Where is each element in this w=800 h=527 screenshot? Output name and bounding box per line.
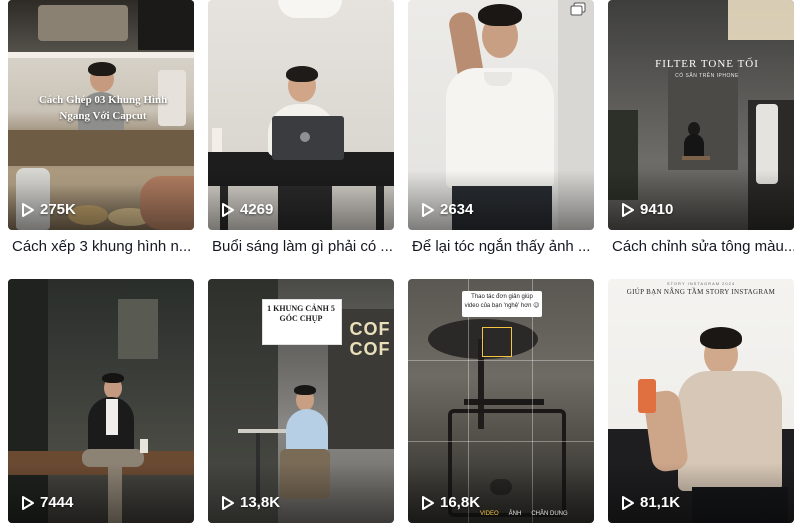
play-icon [422, 495, 434, 510]
video-card-8[interactable]: STORY INSTAGRAM 2024 GIÚP BẠN NÂNG TẦM S… [608, 279, 794, 527]
view-count-value: 2634 [440, 201, 474, 218]
camera-mode-video[interactable]: VIDEO [480, 511, 499, 517]
video-thumbnail[interactable]: COF COF 1 KHUNG CẢNH 5 GÓC CHỤP 13,8K [208, 279, 394, 523]
video-thumbnail[interactable]: Thao tác đơn giản giúp video của bạn 'ng… [408, 279, 594, 523]
video-thumbnail[interactable]: STORY INSTAGRAM 2024 GIÚP BẠN NÂNG TẦM S… [608, 279, 794, 523]
video-thumbnail[interactable]: 7444 [8, 279, 194, 523]
camera-mode-portrait[interactable]: CHÂN DUNG [531, 511, 567, 517]
video-card-3[interactable]: 2634 Để lại tóc ngắn thấy ảnh ... [408, 0, 594, 260]
video-caption[interactable]: Cách xếp 3 khung hình n... [12, 238, 194, 255]
camera-mode-photo[interactable]: ẢNH [509, 511, 522, 517]
video-overlay-title: Thao tác đơn giản giúp video của bạn 'ng… [464, 294, 540, 309]
play-icon [622, 495, 634, 510]
view-count-value: 275K [40, 201, 76, 218]
view-count: 16,8K [422, 494, 480, 511]
play-icon [22, 202, 34, 217]
camera-mode-bar: VIDEO ẢNH CHÂN DUNG [480, 511, 568, 517]
view-count-value: 4269 [240, 201, 274, 218]
view-count-value: 16,8K [440, 494, 481, 511]
view-count: 275K [22, 201, 76, 218]
play-icon [222, 495, 234, 510]
video-overlay-title: GIÚP BẠN NÂNG TẦM STORY INSTAGRAM [626, 288, 776, 296]
video-thumbnail[interactable]: FILTER TONE TỐI CÓ SẴN TRÊN IPHONE 9410 [608, 0, 794, 230]
view-count-value: 7444 [40, 494, 74, 511]
video-card-7[interactable]: Thao tác đơn giản giúp video của bạn 'ng… [408, 279, 594, 527]
view-count-value: 9410 [640, 201, 674, 218]
video-card-4[interactable]: FILTER TONE TỐI CÓ SẴN TRÊN IPHONE 9410 … [608, 0, 794, 260]
video-overlay-subtitle: CÓ SẴN TRÊN IPHONE [675, 73, 739, 79]
video-overlay-title: Cách Ghép 03 Khung Hình Ngang Với Capcut [38, 94, 168, 122]
view-count: 13,8K [222, 494, 280, 511]
view-count: 9410 [622, 201, 673, 218]
video-thumbnail[interactable]: 2634 [408, 0, 594, 230]
video-card-2[interactable]: 4269 Buổi sáng làm gì phải có ... [208, 0, 394, 260]
view-count-value: 13,8K [240, 494, 281, 511]
view-count: 2634 [422, 201, 473, 218]
video-overlay-small: STORY INSTAGRAM 2024 [666, 281, 736, 286]
video-caption[interactable]: Để lại tóc ngắn thấy ảnh ... [412, 238, 594, 255]
video-caption[interactable]: Buổi sáng làm gì phải có ... [212, 238, 394, 255]
video-card-1[interactable]: Cách Ghép 03 Khung Hình Ngang Với Capcut… [8, 0, 194, 260]
view-count: 7444 [22, 494, 73, 511]
view-count: 81,1K [622, 494, 680, 511]
video-card-5[interactable]: 7444 [8, 279, 194, 527]
view-count-value: 81,1K [640, 494, 681, 511]
view-count: 4269 [222, 201, 273, 218]
play-icon [422, 202, 434, 217]
video-overlay-title: 1 KHUNG CẢNH 5 GÓC CHỤP [267, 304, 335, 323]
video-thumbnail[interactable]: 4269 [208, 0, 394, 230]
video-caption[interactable]: Cách chỉnh sửa tông màu... [612, 238, 794, 255]
play-icon [622, 202, 634, 217]
play-icon [22, 495, 34, 510]
play-icon [222, 202, 234, 217]
video-overlay-title: FILTER TONE TỐI [655, 58, 759, 70]
cafe-sign-text: COF COF [349, 319, 391, 359]
multiple-images-icon [570, 2, 586, 16]
video-card-6[interactable]: COF COF 1 KHUNG CẢNH 5 GÓC CHỤP 13,8K [208, 279, 394, 527]
video-thumbnail[interactable]: Cách Ghép 03 Khung Hình Ngang Với Capcut… [8, 0, 194, 230]
